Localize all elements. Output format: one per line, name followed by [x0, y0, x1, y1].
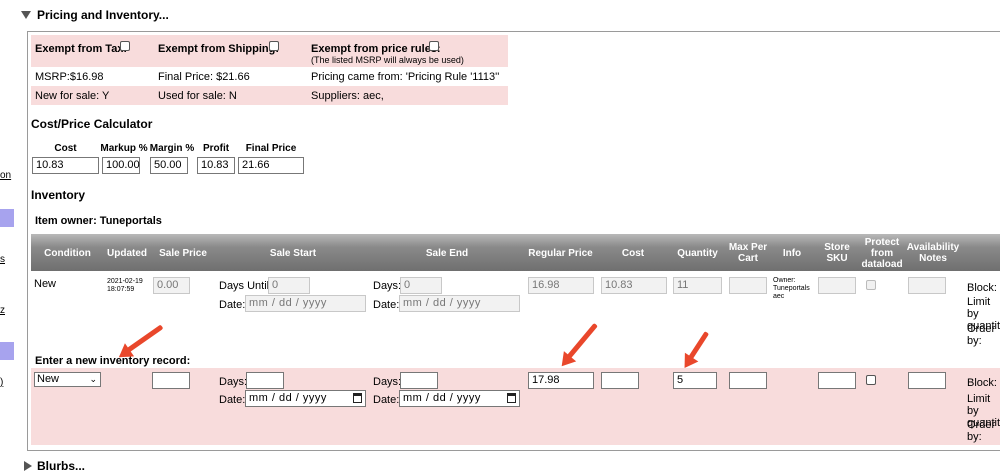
exempt-rules-note: (The listed MSRP will always be used) — [311, 55, 464, 65]
calc-profit-input[interactable]: 10.83 — [197, 157, 235, 174]
col-info: Info — [782, 248, 802, 259]
inventory-row-info: Owner: Tuneportals aec — [773, 277, 810, 300]
inventory-header-row: Condition Updated Sale Price Sale Start … — [31, 234, 1000, 271]
new-days-start-label: Days: — [219, 376, 248, 388]
expand-triangle-icon[interactable] — [24, 461, 32, 471]
inventory-row-availability[interactable] — [908, 277, 946, 294]
inventory-row-sale-price[interactable]: 0.00 — [153, 277, 190, 294]
blurbs-section-title[interactable]: Blurbs... — [37, 459, 85, 473]
new-record-regular-price[interactable]: 17.98 — [528, 372, 594, 389]
new-start-date-placeholder: mm / dd / yyyy — [249, 392, 327, 404]
new-record-max-per-cart[interactable] — [729, 372, 767, 389]
new-record-cost[interactable] — [601, 372, 639, 389]
new-for-sale-text: New for sale: Y — [35, 90, 110, 102]
msrp-text: MSRP:$16.98 — [35, 71, 104, 83]
order-label: Order by: — [967, 323, 996, 347]
inventory-row-updated: 2021-02-19 18:07:59 — [107, 278, 143, 293]
col-quantity: Quantity — [677, 248, 718, 259]
new-block-label: Block: — [967, 377, 997, 389]
col-availability: Availability Notes — [906, 242, 960, 264]
used-for-sale-text: Used for sale: N — [158, 90, 237, 102]
new-end-date-label: Date: — [373, 394, 400, 406]
new-end-date-input[interactable]: mm / dd / yyyy — [399, 390, 520, 407]
suppliers-text: Suppliers: aec, — [311, 90, 384, 102]
new-record-sale-price[interactable] — [152, 372, 190, 389]
exempt-rules-checkbox[interactable] — [429, 41, 439, 51]
sale-end-date-input[interactable]: mm / dd / yyyy — [399, 295, 520, 312]
inventory-row-store-sku[interactable] — [818, 277, 856, 294]
sidebar-link-fragment[interactable]: on — [0, 170, 11, 181]
exempt-rules-label: Exempt from price rules: — [311, 43, 441, 55]
days-until-input[interactable]: 0 — [268, 277, 310, 294]
calc-final-input[interactable]: 21.66 — [238, 157, 304, 174]
chevron-down-icon: ⌄ — [89, 374, 97, 384]
new-end-date-placeholder: mm / dd / yyyy — [403, 392, 481, 404]
calc-cost-input[interactable]: 10.83 — [32, 157, 99, 174]
calc-margin-input[interactable]: 50.00 — [150, 157, 188, 174]
col-condition: Condition — [44, 248, 91, 259]
sale-start-date-label: Date: — [219, 299, 246, 311]
calc-header-final: Final Price — [245, 143, 297, 154]
sidebar-link-fragment[interactable]: ) — [0, 377, 3, 388]
calc-header-markup: Markup % — [100, 143, 148, 154]
col-cost: Cost — [621, 248, 645, 259]
new-record-label: Enter a new inventory record: — [35, 355, 191, 367]
days-end-label: Days: — [373, 280, 402, 292]
new-record-quantity[interactable]: 5 — [673, 372, 717, 389]
col-max-per-cart: Max Per Cart — [728, 242, 768, 264]
inventory-row-quantity[interactable]: 11 — [673, 277, 722, 294]
new-days-start-input[interactable] — [246, 372, 284, 389]
exempt-shipping-checkbox[interactable] — [269, 41, 279, 51]
calc-header-profit: Profit — [202, 143, 230, 154]
new-record-condition-select[interactable]: New ⌄ — [34, 372, 101, 387]
new-start-date-label: Date: — [219, 394, 246, 406]
inventory-row-max-per-cart[interactable] — [729, 277, 767, 294]
pricing-source-text: Pricing came from: 'Pricing Rule '1113'' — [311, 71, 500, 83]
new-order-label: Order by: — [967, 419, 996, 443]
sidebar-highlight[interactable] — [0, 342, 14, 360]
days-end-input[interactable]: 0 — [400, 277, 442, 294]
new-days-end-label: Days: — [373, 376, 402, 388]
final-price-text: Final Price: $21.66 — [158, 71, 250, 83]
exempt-tax-label: Exempt from Tax: — [35, 43, 128, 55]
col-protect: Protect from dataload — [861, 237, 903, 270]
inventory-row-regular-price[interactable]: 16.98 — [528, 277, 594, 294]
calc-markup-input[interactable]: 100.00 — [102, 157, 140, 174]
pricing-section-title[interactable]: Pricing and Inventory... — [37, 8, 169, 22]
col-regular-price: Regular Price — [528, 248, 593, 259]
calculator-title: Cost/Price Calculator — [31, 117, 153, 131]
sale-end-date-label: Date: — [373, 299, 400, 311]
new-record-protect-checkbox[interactable] — [866, 375, 876, 385]
item-owner-text: Item owner: Tuneportals — [35, 215, 162, 227]
col-sale-price: Sale Price — [159, 248, 207, 259]
sidebar-link-fragment[interactable]: s — [0, 254, 5, 265]
block-label: Block: — [967, 282, 997, 294]
calendar-icon[interactable] — [353, 393, 362, 403]
col-updated: Updated — [107, 248, 147, 259]
calendar-icon[interactable] — [507, 393, 516, 403]
inventory-title: Inventory — [31, 188, 86, 202]
sidebar-link-fragment[interactable]: z — [0, 305, 5, 316]
calc-header-cost: Cost — [54, 143, 77, 154]
exempt-tax-checkbox[interactable] — [120, 41, 130, 51]
col-sale-end: Sale End — [425, 248, 469, 259]
inventory-row-cost[interactable]: 10.83 — [601, 277, 667, 294]
col-sale-start: Sale Start — [269, 248, 317, 259]
new-record-availability[interactable] — [908, 372, 946, 389]
calc-header-margin: Margin % — [149, 143, 195, 154]
new-record-store-sku[interactable] — [818, 372, 856, 389]
days-until-label: Days Until: — [219, 280, 273, 292]
new-start-date-input[interactable]: mm / dd / yyyy — [245, 390, 366, 407]
new-days-end-input[interactable] — [400, 372, 438, 389]
condition-select-value: New — [37, 373, 60, 385]
col-store-sku: Store SKU — [824, 242, 850, 264]
collapse-triangle-icon[interactable] — [21, 11, 31, 19]
sale-start-date-input[interactable]: mm / dd / yyyy — [245, 295, 366, 312]
inventory-row-protect-checkbox[interactable] — [866, 280, 876, 290]
exempt-shipping-label: Exempt from Shipping: — [158, 43, 279, 55]
inventory-row-condition: New — [34, 278, 57, 290]
sidebar-highlight[interactable] — [0, 209, 14, 227]
